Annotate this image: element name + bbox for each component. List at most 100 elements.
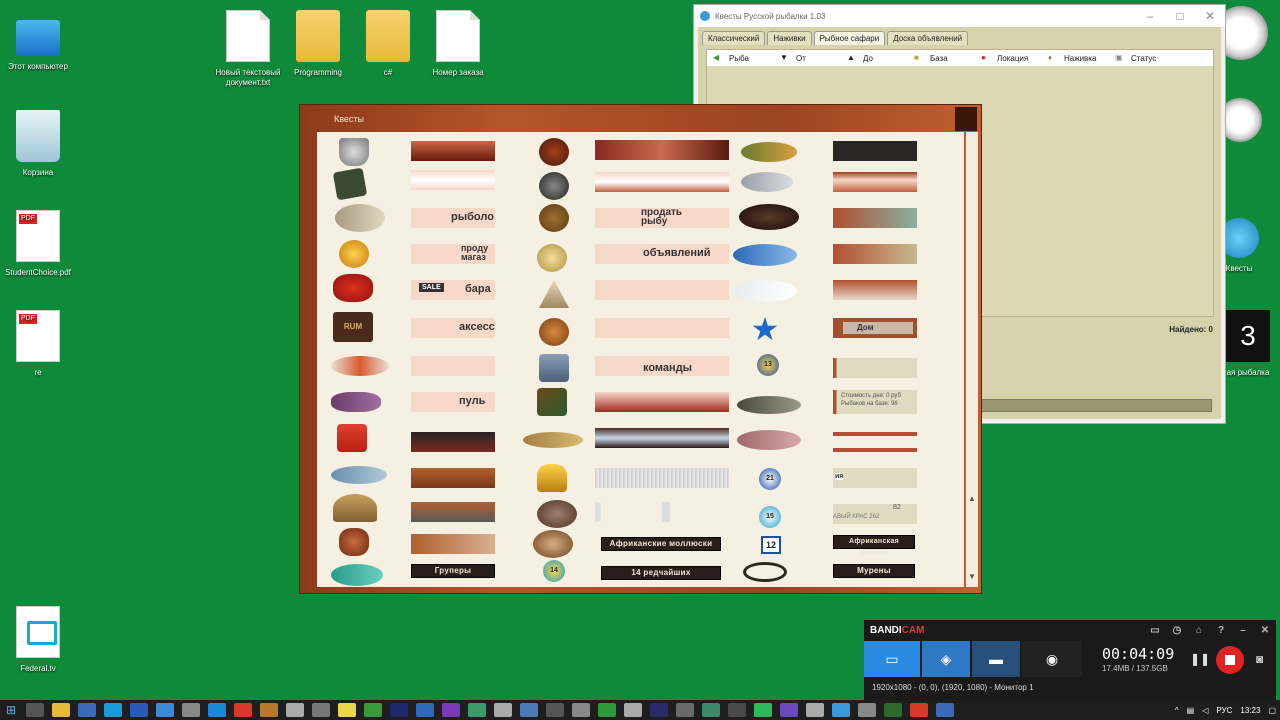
file-explorer-icon[interactable] (52, 703, 70, 717)
screenshot-button[interactable]: ◙ (1256, 652, 1263, 666)
quest-card[interactable] (595, 318, 729, 338)
rare-14-button[interactable]: 14 редчайших (601, 566, 721, 580)
desktop-icon-new-txt[interactable]: Новый текстовый документ.txt (210, 10, 286, 88)
yandex-browser-icon[interactable] (338, 703, 356, 717)
column-base[interactable]: ■ База (908, 53, 975, 63)
taskbar-app-icon[interactable] (468, 703, 486, 717)
quests-close-button[interactable] (955, 107, 977, 131)
taskbar-app-icon[interactable] (598, 703, 616, 717)
screen-mode-button[interactable]: ▭ (864, 641, 920, 677)
taskbar-app-icon[interactable] (520, 703, 538, 717)
visual-studio-icon[interactable] (442, 703, 460, 717)
telegram-icon[interactable] (208, 703, 226, 717)
taskbar-app-icon[interactable] (702, 703, 720, 717)
language-indicator[interactable]: РУС (1216, 706, 1232, 715)
minimize-icon[interactable]: – (1232, 625, 1254, 636)
desktop-icon-studentchoice[interactable]: StudentChoice.pdf (0, 210, 76, 278)
taskbar-app-icon[interactable] (260, 703, 278, 717)
pause-button[interactable]: ❚❚ (1190, 652, 1210, 666)
bandicam-taskbar-icon[interactable] (910, 703, 928, 717)
quest-card[interactable] (833, 141, 917, 161)
home-card[interactable]: Дом (833, 318, 917, 338)
taskbar-app-icon[interactable] (494, 703, 512, 717)
column-status[interactable]: ▣ Статус (1109, 53, 1176, 63)
hdmi-mode-button[interactable]: ▬ (972, 641, 1020, 677)
lock-icon[interactable]: ⌂ (1188, 625, 1210, 636)
taskbar-app-icon[interactable] (286, 703, 304, 717)
desktop-icon-order-number[interactable]: Номер заказа (420, 10, 496, 78)
clock-icon[interactable]: ◷ (1166, 625, 1188, 636)
desktop-icon-recycle-bin[interactable]: Корзина (0, 110, 76, 178)
start-button[interactable]: ⊞ (0, 700, 22, 720)
taskbar-app-icon[interactable] (858, 703, 876, 717)
quests-scrollbar[interactable]: ▲ ▼ (966, 132, 978, 587)
minimize-button[interactable]: – (1135, 9, 1165, 23)
desktop-icon-programming[interactable]: Programming (280, 10, 356, 78)
taskbar-app-icon[interactable] (650, 703, 668, 717)
folder-icon[interactable]: ▭ (1144, 625, 1166, 636)
scroll-down-icon[interactable]: ▼ (966, 572, 978, 581)
taskbar-app-icon[interactable] (156, 703, 174, 717)
quest-card[interactable] (595, 280, 729, 300)
taskbar-app-icon[interactable] (182, 703, 200, 717)
taskbar-app-icon[interactable] (806, 703, 824, 717)
russian-fishing-taskbar-icon[interactable] (884, 703, 902, 717)
map-card[interactable] (833, 244, 917, 264)
african-molluscs-button[interactable]: Африканские моллюски (601, 537, 721, 551)
morays-button[interactable]: Мурены (833, 564, 915, 578)
taskbar-app-icon[interactable] (546, 703, 564, 717)
african-dozen-button[interactable]: Африканская дюжина (833, 535, 915, 557)
tab-baits[interactable]: Наживки (767, 31, 812, 45)
quest-card[interactable] (595, 392, 729, 412)
column-bait[interactable]: ♦ Наживка (1042, 53, 1109, 63)
quest-card[interactable] (411, 502, 495, 522)
quest-card[interactable] (411, 141, 495, 161)
vscode-icon[interactable] (416, 703, 434, 717)
close-icon[interactable]: ✕ (1254, 625, 1276, 636)
quest-card-sell-fish[interactable]: продать рыбу (595, 208, 729, 228)
desktop-icon-csharp[interactable]: c# (350, 10, 426, 78)
quest-card-accessories[interactable]: аксесс (411, 318, 495, 338)
quest-card[interactable] (833, 172, 917, 192)
quest-card[interactable] (595, 140, 729, 160)
stop-record-button[interactable] (1216, 646, 1244, 674)
task-view-icon[interactable] (26, 703, 44, 717)
quest-card-fishing[interactable]: рыболо (411, 208, 495, 228)
quest-card-teams[interactable]: команды (595, 356, 729, 376)
quest-card-sale[interactable]: SALE бара (411, 280, 495, 300)
taskbar-app-icon[interactable] (130, 703, 148, 717)
photoshop-icon[interactable] (390, 703, 408, 717)
edge-icon[interactable] (104, 703, 122, 717)
help-icon[interactable]: ? (1210, 625, 1232, 636)
quest-card[interactable] (595, 428, 729, 448)
quest-card[interactable] (833, 280, 917, 300)
quest-card[interactable]: ия (833, 468, 917, 488)
whatsapp-icon[interactable] (754, 703, 772, 717)
taskbar-app-icon[interactable] (728, 703, 746, 717)
column-location[interactable]: ● Локация (975, 53, 1042, 63)
taskbar-app-icon[interactable] (780, 703, 798, 717)
game-mode-button[interactable]: ◈ (922, 641, 970, 677)
youtube-icon[interactable] (234, 703, 252, 717)
taskbar-app-icon[interactable] (312, 703, 330, 717)
column-to[interactable]: ▲ До (841, 53, 908, 63)
system-clock[interactable]: 13:23 (1240, 706, 1260, 715)
quest-card[interactable] (595, 468, 729, 488)
quest-card[interactable] (833, 358, 917, 378)
taskbar-app-icon[interactable] (624, 703, 642, 717)
tab-bulletin-board[interactable]: Доска объявлений (887, 31, 969, 45)
taskbar-app-icon[interactable] (78, 703, 96, 717)
quest-card[interactable] (833, 432, 917, 452)
column-fish[interactable]: ◀ Рыба (707, 53, 774, 63)
tab-fish-safari[interactable]: Рыбное сафари (813, 31, 886, 45)
maximize-button[interactable]: □ (1165, 9, 1195, 23)
quest-card[interactable] (411, 356, 495, 376)
quest-card-announcements[interactable]: объявлений (595, 244, 729, 264)
desktop-icon-this-pc[interactable]: Этот компьютер (0, 12, 76, 72)
quest-card-bullets[interactable]: пуль (411, 392, 495, 412)
map-card[interactable] (833, 208, 917, 228)
quest-card[interactable] (411, 170, 495, 190)
scroll-up-icon[interactable]: ▲ (966, 494, 978, 503)
groupers-button[interactable]: Груперы (411, 564, 495, 578)
tab-classic[interactable]: Классический (702, 31, 766, 45)
